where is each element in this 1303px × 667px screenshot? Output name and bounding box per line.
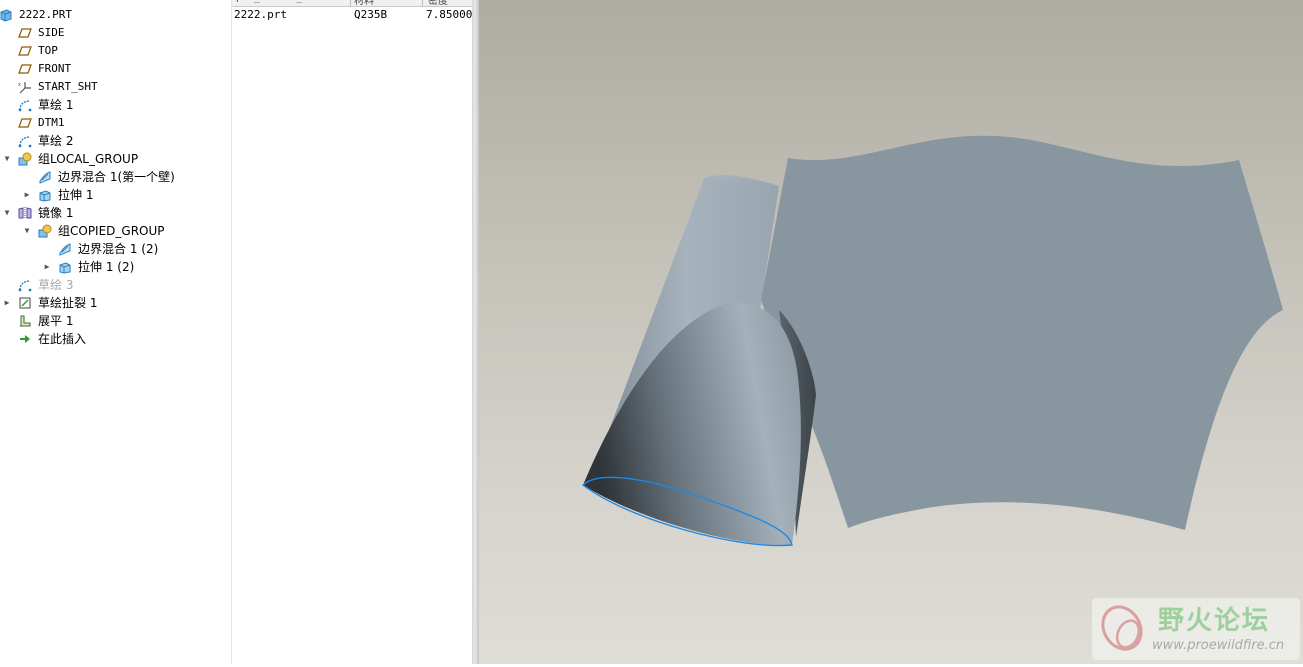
sketch-icon (18, 134, 32, 148)
model-tree-item-label: FRONT (38, 62, 72, 75)
model-tree-item-label: 边界混合 1(第一个壁) (58, 170, 175, 184)
model-tree-item[interactable]: ▶ 拉伸 1 (2) (0, 258, 472, 276)
model-tree-item[interactable]: FRONT (0, 60, 472, 78)
model-tree-item-label: START_SHT (38, 80, 98, 93)
datum-plane-icon (18, 62, 32, 76)
model-tree-item[interactable]: 2222.PRT 2222.prt Q235B 7.850000 (0, 6, 472, 24)
model-tree-item-label: 边界混合 1 (2) (78, 242, 159, 256)
boundary-blend-icon (38, 170, 52, 184)
name-cell: 2222.prt (234, 8, 287, 21)
sheet-surface (761, 135, 1283, 530)
density-cell: 7.850000 (426, 8, 472, 21)
extrude-icon (58, 260, 72, 274)
model-tree-item-label: 拉伸 1 (2) (78, 260, 135, 274)
model-tree-item[interactable]: DTM1 (0, 114, 472, 132)
forum-title: 野火论坛 (1158, 606, 1271, 636)
expand-arrow-icon[interactable]: ▶ (2, 294, 12, 312)
model-tree-item-label: 草绘 3 (38, 278, 74, 292)
model-tree-item[interactable]: 在此插入 (0, 330, 472, 348)
model-tree-item-label: 组LOCAL_GROUP (38, 152, 139, 166)
model-tree-item[interactable]: 草绘 2 (0, 132, 472, 150)
flatten-icon (18, 314, 32, 328)
sketch-icon (18, 278, 32, 292)
insert-here-arrow-icon (18, 332, 32, 346)
model-tree-item[interactable]: ▼ 组LOCAL_GROUP (0, 150, 472, 168)
collapse-arrow-icon[interactable]: ▼ (2, 204, 12, 222)
panel-splitter[interactable] (472, 0, 479, 664)
model-tree-item[interactable]: 边界混合 1 (2) (0, 240, 472, 258)
expand-arrow-icon[interactable]: ▶ (42, 258, 52, 276)
column-header-name[interactable]: ptc_common_name (236, 0, 326, 3)
sketched-rip-icon (18, 296, 32, 310)
model-tree-item-label: 拉伸 1 (58, 188, 94, 202)
part-icon (0, 8, 13, 22)
model-tree-item-label: 草绘 1 (38, 98, 74, 112)
collapse-arrow-icon[interactable]: ▼ (2, 150, 12, 168)
graphics-viewport[interactable] (479, 0, 1303, 664)
group-icon (38, 224, 52, 238)
model-tree-item[interactable]: SIDE (0, 24, 472, 42)
group-icon (18, 152, 32, 166)
model-tree-item-label: 在此插入 (38, 332, 87, 346)
model-tree-item[interactable]: ▼ 镜像 1 (0, 204, 472, 222)
model-tree-item-label: DTM1 (38, 116, 65, 129)
forum-url: www.proewildfire.cn (1152, 638, 1285, 653)
boundary-blend-icon (58, 242, 72, 256)
model-tree-item-label: 草绘 2 (38, 134, 74, 148)
datum-plane-icon (18, 26, 32, 40)
model-tree-item-label: 组COPIED_GROUP (58, 224, 165, 238)
model-tree-item[interactable]: 展平 1 (0, 312, 472, 330)
model-tree-panel: ptc_common_name 材料 密度 2222.PRT2222.prtQ2… (0, 0, 472, 664)
model-3d-view (581, 135, 1283, 547)
model-tree-item-label: SIDE (38, 26, 65, 39)
svg-text:x: x (18, 82, 21, 88)
sketch-icon (18, 98, 32, 112)
datum-plane-icon (18, 116, 32, 130)
mirror-icon (18, 206, 32, 220)
model-tree-item[interactable]: 草绘 3 (0, 276, 472, 294)
model-tree-item-label: 草绘扯裂 1 (38, 296, 98, 310)
collapse-arrow-icon[interactable]: ▼ (22, 222, 32, 240)
forum-watermark: 野火论坛 www.proewildfire.cn (1092, 598, 1300, 660)
model-tree-item-label: 镜像 1 (38, 206, 74, 220)
model-tree-item-label: 2222.PRT (19, 8, 72, 21)
datum-plane-icon (18, 44, 32, 58)
model-tree-item[interactable]: ▶ 草绘扯裂 1 (0, 294, 472, 312)
expand-arrow-icon[interactable]: ▶ (22, 186, 32, 204)
coordinate-system-icon: x (18, 80, 32, 94)
dome-surface (583, 302, 801, 546)
model-tree-item-label: TOP (38, 44, 58, 57)
forum-logo-icon (1101, 605, 1143, 651)
model-tree-item[interactable]: 草绘 1 (0, 96, 472, 114)
material-cell: Q235B (354, 8, 388, 21)
model-tree-item[interactable]: TOP (0, 42, 472, 60)
model-tree-item[interactable]: x START_SHT (0, 78, 472, 96)
model-tree-item[interactable]: ▶ 拉伸 1 (0, 186, 472, 204)
extrude-icon (38, 188, 52, 202)
model-tree-item[interactable]: ▼ 组COPIED_GROUP (0, 222, 472, 240)
model-tree-item[interactable]: 边界混合 1(第一个壁) (0, 168, 472, 186)
model-tree-item-label: 展平 1 (38, 314, 74, 328)
